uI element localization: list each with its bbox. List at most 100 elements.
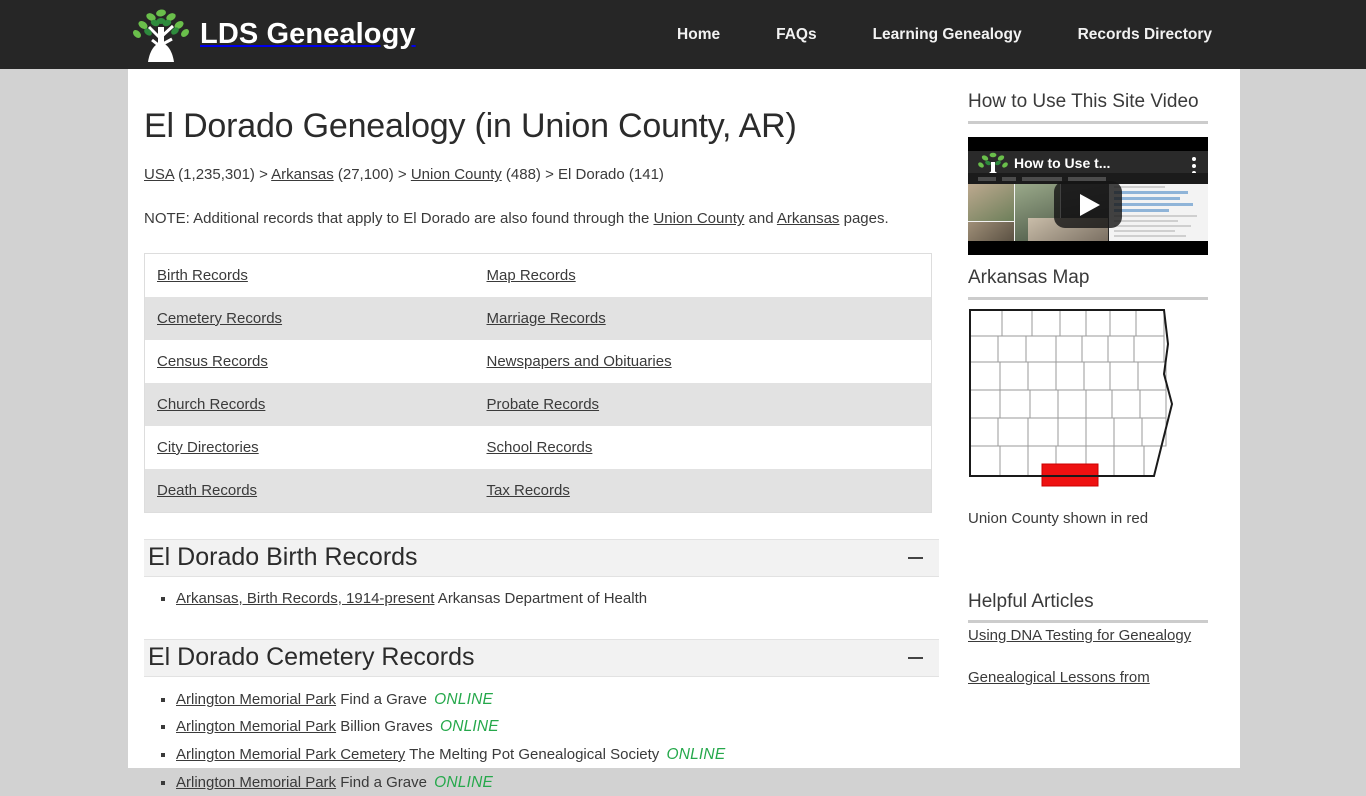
section-title-cemetery-records: El Dorado Cemetery Records: [148, 643, 475, 672]
record-source: The Melting Pot Genealogical Society: [405, 745, 664, 763]
note-part-2: and: [744, 210, 777, 228]
sidebar-title-articles: Helpful Articles: [968, 591, 1208, 624]
table-row: Cemetery Records Marriage Records: [144, 296, 932, 340]
article-link-dna-testing[interactable]: Using DNA Testing for Genealogy: [968, 625, 1208, 647]
site-header: LDS Genealogy Home FAQs Learning Genealo…: [0, 0, 1366, 69]
article-link-genealogical-lessons[interactable]: Genealogical Lessons from: [968, 667, 1208, 689]
table-cell: Marriage Records: [475, 297, 932, 340]
index-link-birth-records[interactable]: Birth Records: [157, 267, 248, 284]
index-link-tax-records[interactable]: Tax Records: [487, 482, 570, 499]
table-cell: Death Records: [145, 469, 475, 513]
site-brand-text: LDS Genealogy: [200, 18, 416, 50]
index-link-school-records[interactable]: School Records: [487, 439, 593, 456]
index-link-death-records[interactable]: Death Records: [157, 482, 257, 499]
nav-item-records-directory[interactable]: Records Directory: [1050, 26, 1240, 44]
list-item: Arkansas, Birth Records, 1914-present Ar…: [176, 586, 939, 613]
preview-photo: [968, 221, 1014, 241]
video-title-text: How to Use t...: [1014, 154, 1111, 171]
table-cell: School Records: [475, 426, 932, 469]
note-part-1: NOTE: Additional records that apply to E…: [144, 210, 654, 228]
table-row: Death Records Tax Records: [144, 468, 932, 513]
breadcrumb-link-usa[interactable]: USA: [144, 166, 174, 183]
online-badge: ONLINE: [434, 773, 494, 791]
helpful-articles-list: Using DNA Testing for Genealogy Genealog…: [968, 625, 1208, 689]
table-cell: Cemetery Records: [145, 297, 475, 340]
index-link-map-records[interactable]: Map Records: [487, 267, 576, 284]
sidebar: How to Use This Site Video How to Use t.…: [968, 91, 1208, 689]
table-cell: Church Records: [145, 383, 475, 426]
online-badge: ONLINE: [666, 745, 726, 763]
list-item: Arlington Memorial Park Find a Grave ONL…: [176, 686, 939, 714]
breadcrumb-count-usa: (1,235,301) >: [174, 166, 272, 184]
index-link-probate-records[interactable]: Probate Records: [487, 396, 600, 413]
table-row: City Directories School Records: [144, 425, 932, 469]
index-link-newspapers-obituaries[interactable]: Newspapers and Obituaries: [487, 353, 672, 370]
nav-item-learning-genealogy[interactable]: Learning Genealogy: [845, 26, 1050, 44]
section-header: El Dorado Birth Records: [144, 538, 939, 577]
record-source: Arkansas Department of Health: [434, 589, 648, 607]
page-title: El Dorado Genealogy (in Union County, AR…: [144, 107, 797, 145]
video-thumbnail[interactable]: How to Use t...: [968, 136, 1208, 255]
record-link[interactable]: Arkansas, Birth Records, 1914-present: [176, 590, 434, 607]
note-text: NOTE: Additional records that apply to E…: [144, 208, 904, 230]
table-cell: Census Records: [145, 340, 475, 383]
record-type-index-table: Birth Records Map Records Cemetery Recor…: [144, 252, 932, 513]
section-cemetery-records: El Dorado Cemetery Records Arlington Mem…: [144, 638, 939, 796]
record-link[interactable]: Arlington Memorial Park: [176, 774, 336, 791]
record-link[interactable]: Arlington Memorial Park: [176, 718, 336, 735]
table-cell: Tax Records: [475, 469, 932, 513]
table-cell: Map Records: [475, 253, 932, 297]
note-part-3: pages.: [839, 210, 889, 228]
nav-item-faqs[interactable]: FAQs: [748, 26, 844, 44]
breadcrumb-link-arkansas[interactable]: Arkansas: [271, 166, 334, 183]
table-row: Census Records Newspapers and Obituaries: [144, 339, 932, 383]
list-item: Arlington Memorial Park Cemetery The Mel…: [176, 741, 939, 769]
sidebar-title-map: Arkansas Map: [968, 267, 1208, 300]
index-link-census-records[interactable]: Census Records: [157, 353, 268, 370]
record-source: Billion Graves: [336, 718, 437, 736]
breadcrumb: USA (1,235,301) > Arkansas (27,100) > Un…: [144, 164, 944, 185]
section-birth-records: El Dorado Birth Records Arkansas, Birth …: [144, 538, 939, 613]
table-row: Church Records Probate Records: [144, 382, 932, 426]
section-header: El Dorado Cemetery Records: [144, 638, 939, 677]
table-cell: Birth Records: [145, 253, 475, 297]
record-link[interactable]: Arlington Memorial Park: [176, 691, 336, 708]
nav-item-home[interactable]: Home: [649, 26, 748, 44]
list-item: Arlington Memorial Park Billion Graves O…: [176, 713, 939, 741]
page-container: El Dorado Genealogy (in Union County, AR…: [128, 69, 1240, 791]
breadcrumb-link-union-county[interactable]: Union County: [411, 166, 502, 183]
list-item: Arlington Memorial Park Find a Grave ONL…: [176, 769, 939, 796]
note-link-union-county[interactable]: Union County: [653, 210, 744, 227]
table-cell: City Directories: [145, 426, 475, 469]
preview-photo: [968, 183, 1014, 221]
birth-records-list: Arkansas, Birth Records, 1914-present Ar…: [144, 586, 939, 613]
index-link-church-records[interactable]: Church Records: [157, 396, 265, 413]
breadcrumb-count-arkansas: (27,100) >: [333, 166, 411, 184]
index-link-cemetery-records[interactable]: Cemetery Records: [157, 310, 282, 327]
minus-collapse-icon[interactable]: [907, 549, 925, 567]
minus-collapse-icon[interactable]: [907, 649, 925, 667]
main-navigation: Home FAQs Learning Genealogy Records Dir…: [649, 0, 1240, 69]
index-link-city-directories[interactable]: City Directories: [157, 439, 259, 456]
record-source: Find a Grave: [336, 773, 432, 791]
breadcrumb-count-union-county: (488) >: [501, 166, 559, 184]
table-row: Birth Records Map Records: [144, 253, 932, 297]
online-badge: ONLINE: [434, 690, 494, 708]
record-link[interactable]: Arlington Memorial Park Cemetery: [176, 746, 405, 763]
map-caption: Union County shown in red: [968, 509, 1149, 527]
main-content: El Dorado Genealogy (in Union County, AR…: [144, 69, 944, 796]
note-link-arkansas[interactable]: Arkansas: [777, 210, 840, 227]
section-title-birth-records: El Dorado Birth Records: [148, 543, 418, 572]
arkansas-county-map: [969, 308, 1174, 487]
tree-logo-icon: [133, 9, 189, 62]
preview-text-lines: [1114, 185, 1206, 240]
record-source: Find a Grave: [336, 690, 432, 708]
cemetery-records-list: Arlington Memorial Park Find a Grave ONL…: [144, 686, 939, 796]
table-cell: Newspapers and Obituaries: [475, 340, 932, 383]
online-badge: ONLINE: [439, 718, 499, 736]
table-cell: Probate Records: [475, 383, 932, 426]
site-logo-link[interactable]: LDS Genealogy: [128, 6, 416, 63]
sidebar-title-video: How to Use This Site Video: [968, 91, 1208, 124]
index-link-marriage-records[interactable]: Marriage Records: [487, 310, 606, 327]
play-button-icon[interactable]: [1054, 180, 1122, 228]
